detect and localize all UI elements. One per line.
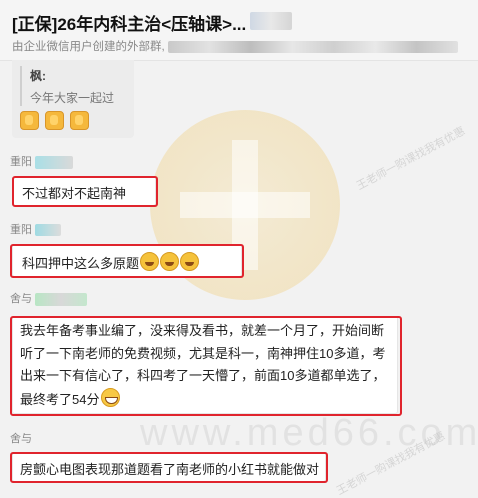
quote-emoji-row: [20, 111, 95, 135]
blurred-sender-suffix: [35, 155, 74, 169]
clap-icon: [45, 111, 64, 130]
blurred-sender-suffix: [35, 292, 88, 306]
laugh-cry-icon: [180, 252, 200, 271]
blurred-sender-suffix: [35, 224, 62, 237]
message-text: 不过都对不起南神: [22, 186, 127, 201]
sender-name: 舍与: [10, 433, 32, 445]
message-text: 我去年备考事业编了，没来得及看书，就差一个月了，开始间断听了一下南老师的免费视频…: [20, 323, 386, 407]
chat-subtitle: 由企业微信用户创建的外部群,: [12, 38, 458, 54]
sender-name: 重阳: [10, 224, 32, 236]
chat-subtitle-text: 由企业微信用户创建的外部群,: [12, 41, 165, 53]
message-sender: 舍与: [10, 290, 88, 306]
message-content: 我去年备考事业编了，没来得及看书，就差一个月了，开始间断听了一下南老师的免费视频…: [20, 320, 392, 411]
chat-header: [正保]26年内科主治<压轴课>... 由企业微信用户创建的外部群,: [0, 0, 478, 61]
watermark-url: www.med66.com: [140, 412, 478, 454]
clap-icon: [70, 111, 89, 130]
message-sender: 重阳: [10, 153, 74, 169]
laugh-cry-icon: [140, 252, 160, 271]
quote-text: 今年大家一起过: [30, 91, 115, 105]
message-text: 房颤心电图表现那道题看了南老师的小红书就能做对: [20, 462, 320, 477]
sender-name: 舍与: [10, 293, 32, 305]
laugh-cry-icon: [160, 252, 180, 271]
blurred-title-suffix: [250, 12, 292, 30]
message-content: 科四押中这么多原题: [22, 252, 200, 272]
clap-icon: [20, 111, 39, 130]
quote-sender: 枫:: [30, 69, 46, 83]
watermark-logo-cross-horizontal: [180, 192, 310, 218]
quote-bar: [20, 66, 22, 106]
watermark-tag-bottom: 王老师一购课找我有优惠: [334, 430, 448, 498]
chat-title[interactable]: [正保]26年内科主治<压轴课>...: [12, 10, 246, 35]
grin-icon: [101, 387, 121, 407]
message-sender: 舍与: [10, 430, 32, 446]
message-text: 科四押中这么多原题: [22, 256, 140, 271]
watermark-tag: 王老师一购课找我有优惠: [354, 125, 468, 193]
blurred-member-list: [167, 40, 458, 53]
sender-name: 重阳: [10, 156, 32, 168]
message-sender: 重阳: [10, 221, 62, 237]
